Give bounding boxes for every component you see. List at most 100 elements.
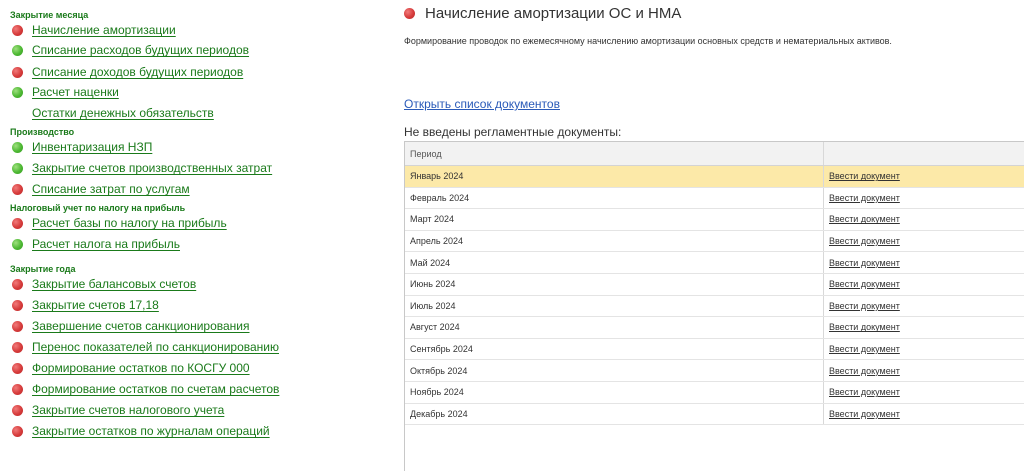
section-title-month-close: Закрытие месяца (10, 10, 89, 20)
sidebar-item-service-costs[interactable]: Списание затрат по услугам (12, 180, 190, 198)
table-row[interactable]: Декабрь 2024 Ввести документ (405, 403, 1024, 426)
main-panel: Начисление амортизации ОС и НМА Формиров… (404, 0, 1024, 471)
enter-document-link[interactable]: Ввести документ (824, 231, 1024, 252)
sidebar-item-sanction-accounts[interactable]: Завершение счетов санкционирования (12, 317, 250, 335)
not-entered-label: Не введены регламентные документы: (404, 125, 622, 139)
period-cell: Июль 2024 (405, 295, 824, 317)
sidebar-item-label[interactable]: Формирование остатков по счетам расчетов (32, 382, 279, 396)
table-row[interactable]: Март 2024 Ввести документ (405, 209, 1024, 231)
status-red-icon (12, 183, 23, 195)
process-sidebar: Закрытие месяца Начисление амортизации С… (0, 0, 392, 471)
sidebar-item-tax-calc[interactable]: Расчет налога на прибыль (12, 235, 180, 253)
sidebar-item-future-expenses[interactable]: Списание расходов будущих периодов (12, 41, 249, 59)
period-cell: Январь 2024 (405, 166, 824, 187)
period-cell: Апрель 2024 (405, 230, 824, 252)
enter-document-link[interactable]: Ввести документ (824, 296, 1024, 317)
period-cell: Октябрь 2024 (405, 360, 824, 381)
sidebar-item-tax-accounting[interactable]: Закрытие счетов налогового учета (12, 401, 224, 419)
enter-document-link[interactable]: Ввести документ (824, 274, 1024, 295)
table-row[interactable]: Октябрь 2024 Ввести документ (405, 360, 1024, 382)
sidebar-item-accounts-17-18[interactable]: Закрытие счетов 17,18 (12, 296, 159, 314)
sidebar-item-settlement-balances[interactable]: Формирование остатков по счетам расчетов (12, 380, 279, 398)
status-green-icon (12, 86, 23, 98)
sidebar-item-label[interactable]: Формирование остатков по КОСГУ 000 (32, 361, 250, 375)
sidebar-item-label[interactable]: Инвентаризация НЗП (32, 140, 152, 154)
sidebar-item-tax-base[interactable]: Расчет базы по налогу на прибыль (12, 214, 227, 232)
enter-document-link[interactable]: Ввести документ (824, 404, 1024, 425)
sidebar-item-wip-inventory[interactable]: Инвентаризация НЗП (12, 138, 152, 156)
status-red-icon (12, 299, 23, 311)
documents-table: Период Январь 2024 Ввести документ Февраль… (404, 141, 1024, 471)
table-row[interactable]: Июль 2024 Ввести документ (405, 295, 1024, 318)
table-row[interactable]: Сентябрь 2024 Ввести документ (405, 338, 1024, 361)
sidebar-item-label[interactable]: Расчет наценки (32, 85, 119, 99)
page-title: Начисление амортизации ОС и НМА (425, 5, 682, 22)
sidebar-item-kosgu-000[interactable]: Формирование остатков по КОСГУ 000 (12, 359, 250, 377)
sidebar-item-label[interactable]: Начисление амортизации (32, 23, 176, 37)
sidebar-item-future-income[interactable]: Списание доходов будущих периодов (12, 63, 243, 81)
table-header: Период (405, 142, 1024, 166)
enter-document-link[interactable]: Ввести документ (824, 339, 1024, 360)
enter-document-link[interactable]: Ввести документ (824, 360, 1024, 381)
status-empty-icon (12, 108, 23, 119)
status-green-icon (12, 162, 23, 174)
sidebar-item-markup[interactable]: Расчет наценки (12, 83, 119, 101)
period-cell: Март 2024 (405, 209, 824, 230)
sidebar-item-label[interactable]: Остатки денежных обязательств (32, 106, 214, 120)
sidebar-item-monetary-obligations[interactable]: Остатки денежных обязательств (12, 104, 214, 122)
sidebar-item-depreciation[interactable]: Начисление амортизации (12, 21, 176, 39)
status-green-icon (12, 238, 23, 250)
period-cell: Сентябрь 2024 (405, 338, 824, 360)
period-cell: Декабрь 2024 (405, 403, 824, 425)
sidebar-item-label[interactable]: Закрытие балансовых счетов (32, 277, 196, 291)
enter-document-link[interactable]: Ввести документ (824, 317, 1024, 338)
sidebar-item-sanction-transfer[interactable]: Перенос показателей по санкционированию (12, 338, 279, 356)
status-red-icon (12, 66, 23, 78)
sidebar-item-label[interactable]: Завершение счетов санкционирования (32, 319, 250, 333)
table-row[interactable]: Февраль 2024 Ввести документ (405, 187, 1024, 210)
column-header-action (824, 142, 1024, 165)
enter-document-link[interactable]: Ввести документ (824, 188, 1024, 209)
period-cell: Июнь 2024 (405, 273, 824, 295)
sidebar-item-label[interactable]: Закрытие счетов производственных затрат (32, 161, 272, 175)
sidebar-item-label[interactable]: Закрытие счетов 17,18 (32, 298, 159, 312)
enter-document-link[interactable]: Ввести документ (824, 252, 1024, 273)
sidebar-item-label[interactable]: Расчет налога на прибыль (32, 237, 180, 251)
table-row[interactable]: Апрель 2024 Ввести документ (405, 230, 1024, 253)
section-title-production: Производство (10, 127, 75, 137)
status-green-icon (12, 44, 23, 56)
column-header-period[interactable]: Период (405, 142, 824, 165)
enter-document-link[interactable]: Ввести документ (824, 209, 1024, 230)
sidebar-item-label[interactable]: Закрытие остатков по журналам операций (32, 424, 270, 438)
sidebar-item-balance-accounts[interactable]: Закрытие балансовых счетов (12, 275, 196, 293)
table-row[interactable]: Июнь 2024 Ввести документ (405, 273, 1024, 296)
sidebar-item-production-costs[interactable]: Закрытие счетов производственных затрат (12, 159, 272, 177)
sidebar-item-label[interactable]: Списание расходов будущих периодов (32, 43, 249, 57)
table-row[interactable]: Август 2024 Ввести документ (405, 317, 1024, 339)
table-row[interactable]: Май 2024 Ввести документ (405, 252, 1024, 274)
status-red-icon (12, 341, 23, 353)
sidebar-item-label[interactable]: Расчет базы по налогу на прибыль (32, 216, 227, 230)
sidebar-item-label[interactable]: Закрытие счетов налогового учета (32, 403, 224, 417)
sidebar-item-label[interactable]: Списание доходов будущих периодов (32, 65, 243, 79)
period-cell: Май 2024 (405, 252, 824, 273)
status-red-icon (12, 24, 23, 36)
status-red-icon (12, 425, 23, 437)
enter-document-link[interactable]: Ввести документ (824, 166, 1024, 187)
status-red-icon (12, 217, 23, 229)
period-cell: Февраль 2024 (405, 187, 824, 209)
table-row[interactable]: Январь 2024 Ввести документ (405, 166, 1024, 188)
sidebar-item-journal-balances[interactable]: Закрытие остатков по журналам операций (12, 422, 270, 440)
sidebar-item-label[interactable]: Перенос показателей по санкционированию (32, 340, 279, 354)
status-red-icon (404, 8, 415, 19)
sidebar-item-label[interactable]: Списание затрат по услугам (32, 182, 190, 196)
open-documents-list-link[interactable]: Открыть список документов (404, 97, 560, 111)
table-body: Январь 2024 Ввести документ Февраль 2024 Вв… (405, 166, 1024, 426)
period-cell: Ноябрь 2024 (405, 381, 824, 403)
enter-document-link[interactable]: Ввести документ (824, 382, 1024, 403)
page-description: Формирование проводок по ежемесячному на… (404, 36, 892, 46)
table-row[interactable]: Ноябрь 2024 Ввести документ (405, 381, 1024, 404)
status-red-icon (12, 362, 23, 374)
status-green-icon (12, 141, 23, 153)
status-red-icon (12, 383, 23, 395)
